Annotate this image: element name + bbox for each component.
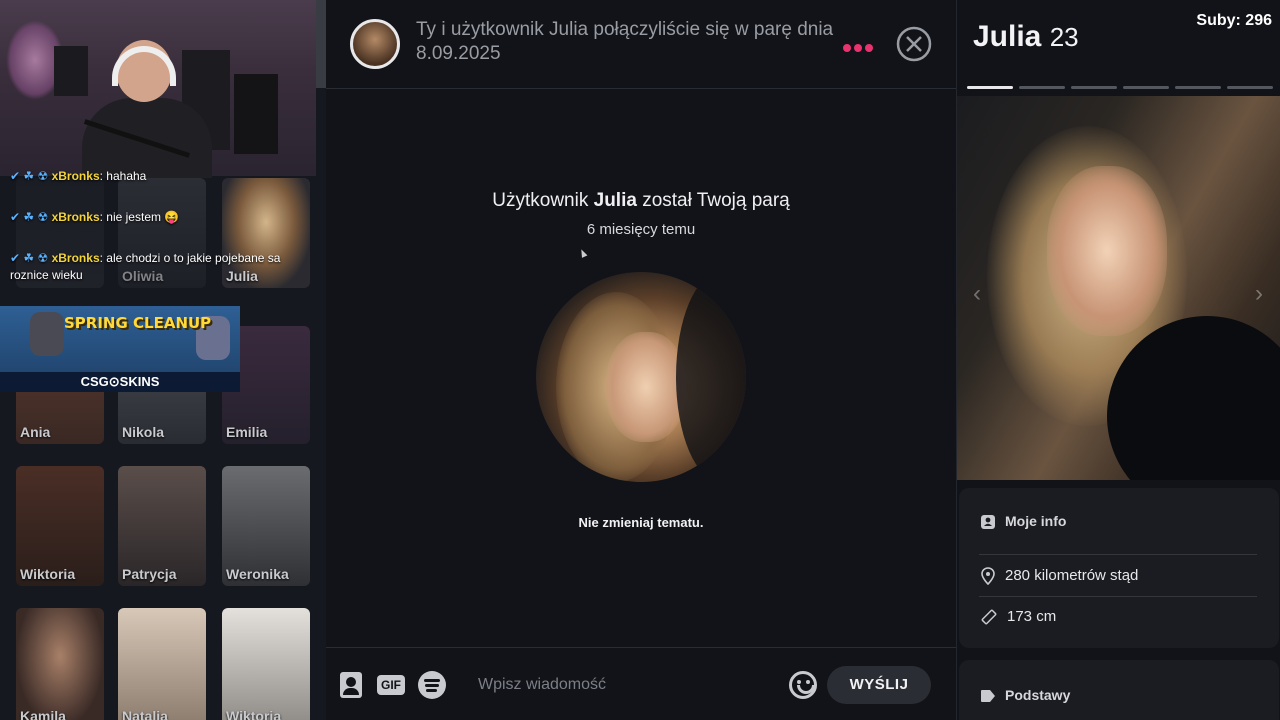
match-name: Ania [20,424,51,440]
photo-progress-segment[interactable] [1175,86,1221,89]
match-time: 6 miesięcy temu [586,221,696,238]
streamer [82,40,212,178]
section-title: Moje info [1005,513,1067,529]
left-panel: Oliwia Julia ✔ ☘ ☢ xBronks: hahaha ✔ ☘ ☢… [0,0,326,720]
sponsor-banner: SPRING CLEANUP CSG⊙SKINS [0,306,240,392]
mouse-cursor-icon [578,248,588,258]
ruler-icon [981,609,997,625]
photo-progress-segment[interactable] [1019,86,1065,89]
match-info-text: Ty i użytkownik Julia połączyliście się … [416,19,834,64]
conversation-header: Ty i użytkownik Julia połączyliście się … [326,0,956,89]
profile-card-icon [981,515,995,530]
match-title: Użytkownik Julia został Twoją parą [492,190,790,211]
match-name: Emilia [226,424,268,440]
spotify-icon[interactable] [418,671,446,699]
gif-button[interactable]: GIF [377,675,405,695]
more-options-icon[interactable] [843,36,876,57]
match-tile[interactable]: Wiktoria [16,466,104,586]
my-info-card: Moje info 280 kilometrów stąd 173 cm [959,488,1279,648]
photo-progress [967,86,1273,89]
conversation-panel: Ty i użytkownik Julia połączyliście się … [326,0,956,720]
distance-text: 280 kilometrów stąd [1005,567,1139,584]
match-name: Kamila [20,708,66,720]
photo-progress-segment[interactable] [1227,86,1273,89]
contact-card-icon[interactable] [340,672,362,698]
match-name: Wiktoria [226,708,282,720]
chat-message: ✔ ☘ ☢ xBronks: nie jestem 😝 [10,210,180,224]
scrollbar[interactable] [316,0,326,88]
photo-progress-segment[interactable] [1071,86,1117,89]
tag-icon [981,690,995,703]
topic-hint: Nie zmieniaj tematu. [578,515,704,530]
subs-counter: Suby: 296 [1196,12,1272,29]
match-name: Weronika [226,566,289,582]
profile-panel: Julia 23 Suby: 296 ‹ › Moje info 280 kil… [956,0,1280,720]
send-button[interactable]: WYŚLIJ [827,666,931,704]
location-pin-icon [981,567,995,586]
match-tile[interactable]: Weronika [222,466,310,586]
next-photo-icon[interactable]: › [1255,280,1263,308]
chat-message: ✔ ☘ ☢ xBronks: ale chodzi o to jakie poj… [10,251,281,282]
profile-name: Julia 23 [973,20,1079,53]
basics-card: Podstawy [959,660,1279,720]
match-avatar[interactable] [350,19,400,69]
message-input[interactable] [466,668,776,702]
match-profile-photo[interactable] [536,272,746,482]
match-name: Nikola [122,424,165,440]
photo-progress-segment[interactable] [1123,86,1169,89]
photo-progress-segment[interactable] [967,86,1013,89]
webcam-overlay [0,0,316,178]
match-tile[interactable]: Kamila [16,608,104,720]
section-title: Podstawy [1005,687,1071,703]
chat-message: ✔ ☘ ☢ xBronks: hahaha [10,169,147,183]
close-icon[interactable] [896,26,932,62]
height-text: 173 cm [1007,608,1057,625]
prev-photo-icon[interactable]: ‹ [973,280,981,308]
match-tile[interactable]: Patrycja [118,466,206,586]
message-composer: GIF WYŚLIJ [326,647,956,720]
emoji-icon[interactable] [789,671,817,699]
profile-photo[interactable]: ‹ › [957,96,1280,480]
match-name: Wiktoria [20,566,76,582]
match-tile[interactable]: Wiktoria [222,608,310,720]
match-tile[interactable]: Natalia [118,608,206,720]
match-name: Natalia [122,708,168,720]
match-name: Patrycja [122,566,177,582]
app-root: Oliwia Julia ✔ ☘ ☢ xBronks: hahaha ✔ ☘ ☢… [0,0,1280,720]
